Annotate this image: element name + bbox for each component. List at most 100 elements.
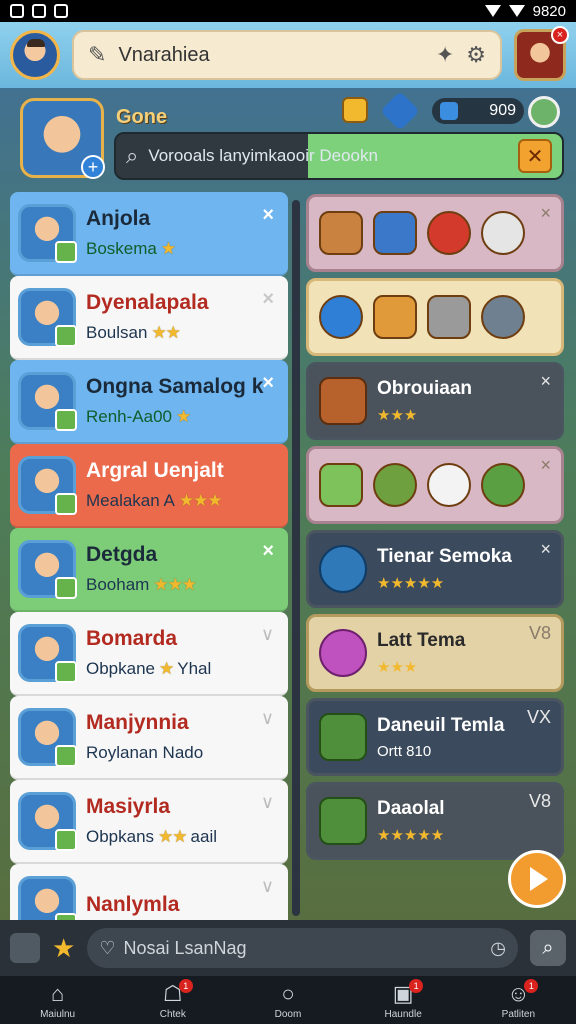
friend-extra: Yhal xyxy=(177,659,212,678)
top-search-field[interactable]: ✎ Vnarahiea ✦ ⚙ xyxy=(72,30,502,80)
friend-name: Argral Uenjalt xyxy=(86,459,224,482)
close-icon[interactable]: × xyxy=(262,540,274,563)
play-button[interactable] xyxy=(508,850,566,908)
chevron-down-icon[interactable]: ∨ xyxy=(261,708,274,729)
friend-sub: Boulsan ★★ xyxy=(86,323,280,343)
chat-icon[interactable] xyxy=(427,295,471,339)
map-icon[interactable] xyxy=(481,463,525,507)
user-avatar[interactable] xyxy=(10,30,60,80)
item-card[interactable]: × xyxy=(306,446,564,524)
score-pill: 909 xyxy=(432,98,524,124)
tab-home[interactable]: ⌂ Maiulnu xyxy=(18,981,98,1020)
sword-icon[interactable] xyxy=(373,463,417,507)
friend-sub: Obpkane ★ Yhal xyxy=(86,659,280,679)
friend-sub: Renh-Aa00 ★ xyxy=(86,407,280,427)
tab-label: Maiulnu xyxy=(40,1008,76,1020)
list-item[interactable]: Masiyrla Obpkans ★★ aail ∨ xyxy=(10,780,288,864)
search-icon[interactable]: ⌕ xyxy=(530,930,566,966)
bottom-search-field[interactable]: ♡ Nosai LsanNag ◷ xyxy=(87,928,518,968)
scrollbar[interactable] xyxy=(292,200,300,916)
tab-badge: 1 xyxy=(178,978,193,993)
tree-icon xyxy=(319,713,367,761)
list-item[interactable]: Anjola Boskema ★ × xyxy=(10,192,288,276)
signal-icon xyxy=(484,5,501,17)
chest-icon[interactable] xyxy=(319,211,363,255)
list-item[interactable]: Manjynnia Roylanan Nado ∨ xyxy=(10,696,288,780)
clock-icon[interactable] xyxy=(481,211,525,255)
list-item[interactable]: Detgda Booham ★★★ × xyxy=(10,528,288,612)
coin-icon xyxy=(342,97,368,123)
status-right: 9820 xyxy=(484,3,566,20)
bottom-search-placeholder: Nosai LsanNag xyxy=(123,937,247,958)
search-icon: ○ xyxy=(281,980,295,1006)
friend-name: Anjola xyxy=(86,207,151,230)
tab-gift[interactable]: ▣ 1 Haundle xyxy=(363,978,443,1020)
scroll-icon[interactable] xyxy=(373,295,417,339)
list-item[interactable]: Dyenalapala Boulsan ★★ × xyxy=(10,276,288,360)
hero-search-field[interactable]: ⌕ Vorooals lanyimkaooir Deookn ✕ xyxy=(114,132,564,180)
card-title: Tienar Semoka xyxy=(377,546,512,567)
card-sub: ★★★ xyxy=(377,407,418,424)
list-item[interactable]: Bomarda Obpkane ★ Yhal ∨ xyxy=(10,612,288,696)
ring-button[interactable] xyxy=(528,96,560,128)
star-rating: ★ xyxy=(160,239,176,258)
item-card[interactable]: × xyxy=(306,194,564,272)
sparkle-icon[interactable]: ✦ xyxy=(436,42,454,68)
close-icon[interactable]: ✕ xyxy=(518,139,552,173)
map-icon[interactable] xyxy=(373,211,417,255)
item-card[interactable] xyxy=(306,278,564,356)
friend-name: Bomarda xyxy=(86,627,178,650)
card-mark[interactable]: VX xyxy=(527,707,551,728)
card-mark[interactable]: V8 xyxy=(529,623,551,644)
tab-label: Doom xyxy=(274,1008,302,1020)
card-sub: ★★★ xyxy=(377,659,418,676)
tab-label: Chtek xyxy=(159,1008,186,1020)
close-icon[interactable]: × xyxy=(262,288,274,311)
list-item[interactable]: Ongna Samalog k Renh-Aa00 ★ × xyxy=(10,360,288,444)
chevron-down-icon[interactable]: ∨ xyxy=(261,792,274,813)
ticket-icon[interactable] xyxy=(427,463,471,507)
add-icon[interactable]: + xyxy=(81,155,105,179)
close-icon[interactable]: × xyxy=(540,203,551,224)
chevron-down-icon[interactable]: ∨ xyxy=(261,876,274,897)
gear-icon[interactable]: ⚙ xyxy=(466,42,486,68)
home-icon: ⌂ xyxy=(50,980,65,1006)
card-mark[interactable]: × xyxy=(540,539,551,560)
tool-icon[interactable] xyxy=(481,295,525,339)
close-icon[interactable]: × xyxy=(262,204,274,227)
tab-search[interactable]: ○ Doom xyxy=(248,981,328,1020)
chevron-down-icon[interactable]: ∨ xyxy=(261,624,274,645)
star-rating: ★ xyxy=(176,407,191,426)
list-item[interactable]: Argral Uenjalt Mealakan A ★★★ xyxy=(10,444,288,528)
close-icon[interactable]: × xyxy=(262,372,274,395)
item-card[interactable]: Daneuil Temla Ortt 810 VX xyxy=(306,698,564,776)
friend-list: Anjola Boskema ★ × Dyenalapala Boulsan ★★ … xyxy=(10,192,288,920)
item-card[interactable]: Tienar Semoka ★★★★★ × xyxy=(306,530,564,608)
friend-avatar[interactable]: × xyxy=(514,26,569,81)
card-title: Latt Tema xyxy=(377,630,466,651)
add-icon[interactable] xyxy=(319,295,363,339)
list-item[interactable]: Nanlymla ∨ xyxy=(10,864,288,920)
bottom-search-bar: ★ ♡ Nosai LsanNag ◷ ⌕ xyxy=(0,920,576,976)
bag-icon xyxy=(319,797,367,845)
card-mark[interactable]: × xyxy=(540,371,551,392)
button-icon[interactable] xyxy=(427,211,471,255)
item-card[interactable]: Obrouiaan ★★★ × xyxy=(306,362,564,440)
star-icon[interactable]: ★ xyxy=(52,933,75,964)
check-icon xyxy=(440,102,458,120)
tab-chat[interactable]: ☖ 1 Chtek xyxy=(133,978,213,1020)
grid-icon[interactable] xyxy=(10,933,40,963)
item-card[interactable]: Daaolal ★★★★★ V8 xyxy=(306,782,564,860)
friend-sub-text: Mealakan A xyxy=(86,491,175,510)
close-icon[interactable]: × xyxy=(540,455,551,476)
leaf-icon[interactable] xyxy=(319,463,363,507)
star-rating: ★ xyxy=(159,659,174,678)
potion-icon xyxy=(319,629,367,677)
item-card[interactable]: Latt Tema ★★★ V8 xyxy=(306,614,564,692)
friend-name: Nanlymla xyxy=(86,893,180,916)
tab-profile[interactable]: ☺ 1 Patliten xyxy=(478,978,558,1020)
card-mark[interactable]: V8 xyxy=(529,791,551,812)
hero-avatar[interactable]: + xyxy=(20,98,105,179)
tab-badge: 1 xyxy=(524,978,539,993)
tab-badge: 1 xyxy=(409,978,424,993)
